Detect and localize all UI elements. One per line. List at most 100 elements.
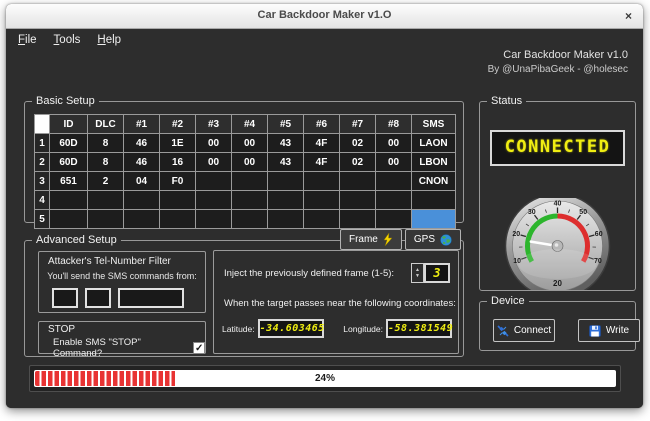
cell-r2-c5[interactable]: 00 — [196, 153, 232, 172]
connect-button-label: Connect — [514, 325, 551, 336]
cell-r1-c11[interactable]: LAON — [412, 134, 456, 153]
cell-r3-c5[interactable] — [196, 172, 232, 191]
progress-bar: 24% — [29, 365, 621, 392]
cell-r2-c10[interactable]: 00 — [376, 153, 412, 172]
cell-r2-c6[interactable]: 00 — [232, 153, 268, 172]
title-bar[interactable]: Car Backdoor Maker v1.O × — [6, 4, 643, 29]
cell-r2-c4[interactable]: 16 — [160, 153, 196, 172]
cell-r4-c3[interactable] — [124, 191, 160, 210]
cell-r3-c3[interactable]: 04 — [124, 172, 160, 191]
cell-r2-c3[interactable]: 46 — [124, 153, 160, 172]
cell-r2-c2[interactable]: 8 — [88, 153, 124, 172]
connect-button[interactable]: Connect — [493, 319, 555, 342]
cell-r5-c1[interactable] — [50, 210, 88, 229]
stop-checkbox[interactable]: ✓ — [193, 342, 205, 354]
cell-r1-c6[interactable]: 00 — [232, 134, 268, 153]
cell-r4-c8[interactable] — [304, 191, 340, 210]
cell-r5-c2[interactable] — [88, 210, 124, 229]
tel-input-country[interactable] — [52, 288, 78, 308]
cell-r1-c8[interactable]: 4F — [304, 134, 340, 153]
cell-r4-c6[interactable] — [232, 191, 268, 210]
cell-r3-c11[interactable]: CNON — [412, 172, 456, 191]
app-window: Car Backdoor Maker v1.O × FileToolsHelp … — [6, 4, 643, 408]
stop-group: STOP Enable SMS "STOP" Command? ✓ — [38, 321, 206, 354]
latitude-display[interactable]: -34.603465 — [258, 319, 324, 338]
cell-r4-c11[interactable] — [412, 191, 456, 210]
tab-frame[interactable]: Frame — [340, 229, 402, 250]
cell-r2-c7[interactable]: 43 — [268, 153, 304, 172]
cell-r1-c5[interactable]: 00 — [196, 134, 232, 153]
cell-r2-c1[interactable]: 60D — [50, 153, 88, 172]
column-header-b2: #2 — [160, 115, 196, 134]
app-header: Car Backdoor Maker v1.0 By @UnaPibaGeek … — [488, 49, 628, 75]
table-row: 4 — [35, 191, 456, 210]
cell-r2-c8[interactable]: 4F — [304, 153, 340, 172]
latitude-label: Latitude: — [222, 324, 255, 334]
cell-r5-c5[interactable] — [196, 210, 232, 229]
cell-r1-c4[interactable]: 1E — [160, 134, 196, 153]
globe-icon — [440, 234, 452, 246]
cell-r1-c9[interactable]: 02 — [340, 134, 376, 153]
cell-r4-c4[interactable] — [160, 191, 196, 210]
cell-r1-c2[interactable]: 8 — [88, 134, 124, 153]
longitude-display[interactable]: -58.381549 — [386, 319, 452, 338]
close-icon[interactable]: × — [625, 9, 632, 23]
cell-r5-c10[interactable] — [376, 210, 412, 229]
cell-r5-c11[interactable] — [412, 210, 456, 229]
cell-r4-c2[interactable] — [88, 191, 124, 210]
cell-r1-c10[interactable]: 00 — [376, 134, 412, 153]
frame-value-display[interactable]: 3 — [424, 263, 450, 283]
cell-r3-c2[interactable]: 2 — [88, 172, 124, 191]
write-button[interactable]: Write — [578, 319, 640, 342]
cell-r4-c7[interactable] — [268, 191, 304, 210]
gauge-tick-label: 50 — [579, 209, 587, 216]
table-row: 5 — [35, 210, 456, 229]
cell-r5-c3[interactable] — [124, 210, 160, 229]
tab-gps-label: GPS — [414, 234, 435, 245]
frame-spinner: ▲ ▼ 3 — [411, 263, 450, 283]
cell-r1-c1[interactable]: 60D — [50, 134, 88, 153]
tel-filter-title: Attacker's Tel-Number Filter — [39, 252, 205, 267]
spinner-down-icon[interactable]: ▼ — [415, 274, 420, 279]
row-header-1: 1 — [35, 134, 50, 153]
cell-r4-c1[interactable] — [50, 191, 88, 210]
menu-item-help[interactable]: Help — [97, 34, 121, 46]
cell-r5-c9[interactable] — [340, 210, 376, 229]
column-header-SMS: SMS — [412, 115, 456, 134]
cell-r5-c8[interactable] — [304, 210, 340, 229]
frame-spinner-buttons[interactable]: ▲ ▼ — [411, 263, 424, 283]
device-group: Device Connect — [479, 301, 636, 351]
column-header-b7: #7 — [340, 115, 376, 134]
tab-frame-label: Frame — [349, 234, 378, 245]
tab-gps[interactable]: GPS — [405, 229, 461, 250]
cell-r4-c5[interactable] — [196, 191, 232, 210]
tel-input-number[interactable] — [118, 288, 184, 308]
cell-r1-c7[interactable]: 43 — [268, 134, 304, 153]
cell-r4-c10[interactable] — [376, 191, 412, 210]
cell-r3-c1[interactable]: 651 — [50, 172, 88, 191]
spinner-up-icon[interactable]: ▲ — [415, 268, 420, 273]
cell-r3-c9[interactable] — [340, 172, 376, 191]
menu-item-file[interactable]: File — [18, 34, 37, 46]
cell-r2-c11[interactable]: LBON — [412, 153, 456, 172]
cell-r3-c8[interactable] — [304, 172, 340, 191]
menu-item-tools[interactable]: Tools — [54, 34, 81, 46]
cell-r3-c7[interactable] — [268, 172, 304, 191]
table-row: 160D8461E0000434F0200LAON — [35, 134, 456, 153]
cell-r3-c4[interactable]: F0 — [160, 172, 196, 191]
cell-r2-c9[interactable]: 02 — [340, 153, 376, 172]
cell-r1-c3[interactable]: 46 — [124, 134, 160, 153]
cell-r4-c9[interactable] — [340, 191, 376, 210]
cell-r5-c7[interactable] — [268, 210, 304, 229]
cell-r3-c6[interactable] — [232, 172, 268, 191]
tel-filter-hint: You'll send the SMS commands from: — [39, 271, 205, 281]
cell-r5-c4[interactable] — [160, 210, 196, 229]
cell-r3-c10[interactable] — [376, 172, 412, 191]
basic-setup-group: Basic Setup IDDLC#1#2#3#4#5#6#7#8SMS160D… — [24, 101, 464, 223]
cell-r5-c6[interactable] — [232, 210, 268, 229]
table-row: 3651204F0CNON — [35, 172, 456, 191]
stop-title: STOP — [39, 322, 205, 335]
menu-bar: File Tools Help — [18, 34, 138, 46]
tel-input-area[interactable] — [85, 288, 111, 308]
connection-display: CONNECTED — [490, 130, 625, 166]
